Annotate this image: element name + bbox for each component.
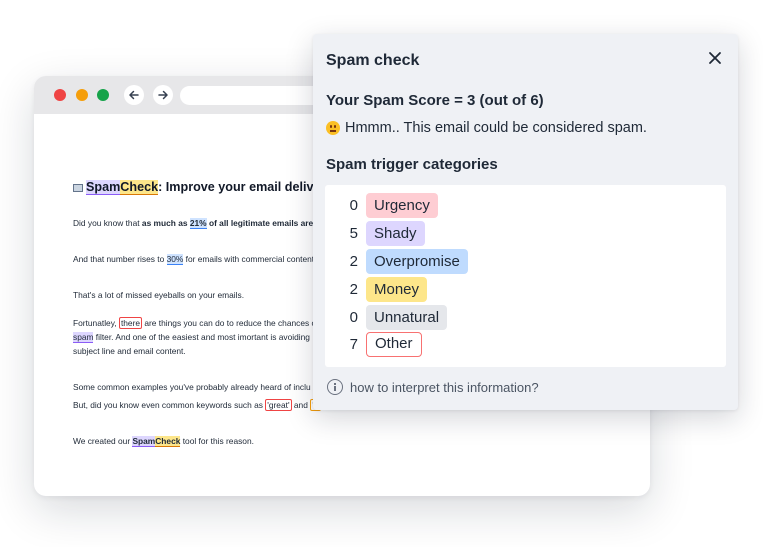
mail-icon xyxy=(73,184,83,192)
category-count: 0 xyxy=(349,309,358,326)
category-count: 2 xyxy=(349,253,358,270)
category-count: 7 xyxy=(349,336,358,353)
neutral-face-icon xyxy=(326,121,340,135)
category-tag: Money xyxy=(366,277,428,302)
paragraph: That's a lot of missed eyeballs on your … xyxy=(73,290,245,300)
paragraph: Some common examples you've probably alr… xyxy=(73,382,311,392)
category-count: 2 xyxy=(349,281,358,298)
category-tag: Unnatural xyxy=(366,305,448,330)
category-row-other[interactable]: 7 Other xyxy=(325,332,422,357)
paragraph: spam filter. And one of the easiest and … xyxy=(73,332,310,343)
category-tag: Shady xyxy=(366,221,425,246)
categories-title: Spam trigger categories xyxy=(326,156,498,173)
paragraph: Fortunatley, there are things you can do… xyxy=(73,317,317,329)
category-count: 5 xyxy=(349,225,358,242)
category-row-overpromise[interactable]: 2 Overpromise xyxy=(325,249,468,274)
paragraph: We created our SpamCheck tool for this r… xyxy=(73,436,254,447)
category-row-shady[interactable]: 5 Shady xyxy=(325,221,425,246)
category-tag: Other xyxy=(366,332,422,357)
category-row-urgency[interactable]: 0 Urgency xyxy=(325,193,438,218)
panel-title: Spam check xyxy=(326,52,420,69)
maximize-window-dot[interactable] xyxy=(97,89,109,101)
category-row-unnatural[interactable]: 0 Unnatural xyxy=(325,305,448,330)
category-count: 0 xyxy=(349,197,358,214)
minimize-window-dot[interactable] xyxy=(76,89,88,101)
categories-list: 0 Urgency 5 Shady 2 Overpromise 2 Money … xyxy=(325,185,726,367)
paragraph: But, did you know even common keywords s… xyxy=(73,399,321,411)
help-link[interactable]: how to interpret this information? xyxy=(327,379,539,395)
category-row-money[interactable]: 2 Money xyxy=(325,277,428,302)
paragraph: And that number rises to 30% for emails … xyxy=(73,254,315,265)
document-heading: SpamCheck: Improve your email delive xyxy=(73,180,321,195)
close-window-dot[interactable] xyxy=(54,89,66,101)
forward-arrow-icon[interactable] xyxy=(153,85,173,105)
category-tag: Urgency xyxy=(366,193,438,218)
paragraph: Did you know that as much as 21% of all … xyxy=(73,218,324,229)
spam-score: Your Spam Score = 3 (out of 6) xyxy=(326,92,544,109)
paragraph: subject line and email content. xyxy=(73,346,186,356)
spam-check-panel: Spam check Your Spam Score = 3 (out of 6… xyxy=(313,34,738,410)
category-tag: Overpromise xyxy=(366,249,468,274)
info-icon xyxy=(327,379,343,395)
spam-message: Hmmm.. This email could be considered sp… xyxy=(326,120,647,136)
back-arrow-icon[interactable] xyxy=(124,85,144,105)
close-icon[interactable] xyxy=(705,48,725,68)
